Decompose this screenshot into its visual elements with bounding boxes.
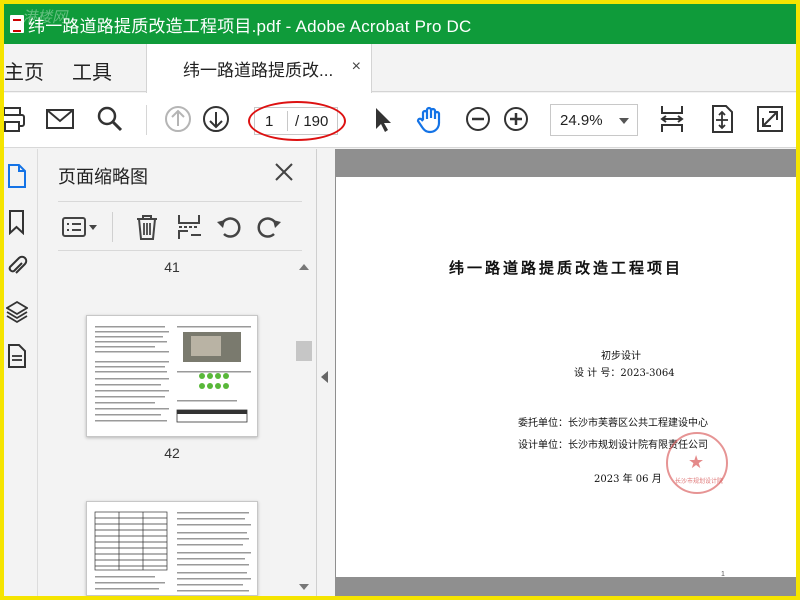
thumbnail-label: 41 (164, 259, 180, 275)
client-unit: 委托单位：长沙市芙蓉区公共工程建设中心 (518, 418, 708, 429)
thumbnail-scrollbar[interactable] (292, 261, 312, 596)
tab-document-label: 纬一路道路提质改... (183, 61, 334, 80)
page-thumbnails-icon[interactable] (6, 163, 28, 189)
previous-page-icon[interactable] (162, 103, 194, 135)
search-icon[interactable] (94, 103, 126, 135)
close-icon[interactable] (273, 161, 295, 183)
document-page: 纬一路道路提质改造工程项目 初步设计 设 计 号：2023-3064 委托单位：… (336, 177, 796, 578)
menu-home[interactable]: 主页 (4, 56, 44, 85)
app-window: 纬一路道路提质改造工程项目.pdf - Adobe Acrobat Pro DC… (4, 4, 796, 596)
page-thumbnail[interactable] (86, 501, 258, 596)
window-title: 纬一路道路提质改造工程项目.pdf - Adobe Acrobat Pro DC (28, 16, 472, 36)
chevron-down-icon (619, 118, 629, 124)
tab-document[interactable]: 纬一路道路提质改... × (146, 44, 372, 93)
thumbnail-panel: 页面缩略图 41 42 (39, 149, 328, 596)
fit-width-icon[interactable] (656, 103, 688, 135)
company-seal: ★ 长沙市规划设计院 (666, 432, 728, 494)
extract-pages-icon[interactable] (174, 212, 204, 242)
seal-text: 长沙市规划设计院 (674, 479, 723, 485)
red-highlight-circle (248, 101, 346, 141)
toolbar-separator (146, 105, 147, 135)
select-cursor-icon[interactable] (366, 103, 398, 135)
zoom-in-icon[interactable] (500, 103, 532, 135)
document-date: 2023 年 06 月 (594, 474, 662, 485)
document-viewer[interactable]: 纬一路道路提质改造工程项目 初步设计 设 计 号：2023-3064 委托单位：… (335, 149, 796, 596)
hand-tool-icon[interactable] (414, 103, 446, 135)
tab-bar: 主页 工具 纬一路道路提质改... × (4, 44, 796, 93)
scroll-down-icon[interactable] (296, 581, 312, 593)
title-bar: 纬一路道路提质改造工程项目.pdf - Adobe Acrobat Pro DC… (4, 4, 796, 44)
print-icon[interactable] (4, 103, 28, 135)
page-thumbnail-content (94, 511, 251, 592)
zoom-select[interactable]: 24.9% (550, 104, 638, 136)
design-stage: 初步设计 (601, 351, 641, 362)
scroll-up-icon[interactable] (296, 261, 312, 273)
document-title: 纬一路道路提质改造工程项目 (448, 259, 683, 277)
tab-close-icon[interactable]: × (352, 58, 361, 76)
fit-page-icon[interactable] (706, 103, 738, 135)
watermark-logo: 港楼网 (22, 8, 68, 26)
collapse-panel-icon[interactable] (321, 371, 328, 383)
bookmark-icon[interactable] (6, 209, 28, 235)
thumbnail-toolbar (58, 201, 302, 251)
navigation-rail (4, 149, 38, 596)
page-thumbnail[interactable] (86, 315, 258, 437)
design-number: 设 计 号：2023-3064 (574, 368, 675, 379)
next-page-icon[interactable] (200, 103, 232, 135)
toolbar: 1 / 190 24.9% (4, 93, 796, 148)
layers-icon[interactable] (6, 299, 28, 325)
mail-icon[interactable] (44, 103, 76, 135)
scrollbar-thumb[interactable] (296, 341, 312, 361)
panel-title: 页面缩略图 (58, 167, 148, 187)
seal-star-icon: ★ (688, 452, 705, 472)
thumb-toolbar-separator (112, 212, 113, 242)
delete-icon[interactable] (132, 212, 162, 242)
options-menu-icon[interactable] (60, 212, 100, 242)
page-gap (336, 577, 796, 596)
full-screen-icon[interactable] (754, 103, 786, 135)
rotate-right-icon[interactable] (254, 212, 284, 242)
menu-tools[interactable]: 工具 (72, 56, 112, 85)
attachment-icon[interactable] (6, 253, 28, 279)
rotate-left-icon[interactable] (214, 212, 244, 242)
zoom-value: 24.9% (560, 112, 603, 129)
page-thumbnail-content (95, 326, 251, 423)
zoom-out-icon[interactable] (462, 103, 494, 135)
thumbnail-label: 42 (164, 445, 180, 461)
document-list-icon[interactable] (6, 343, 28, 369)
